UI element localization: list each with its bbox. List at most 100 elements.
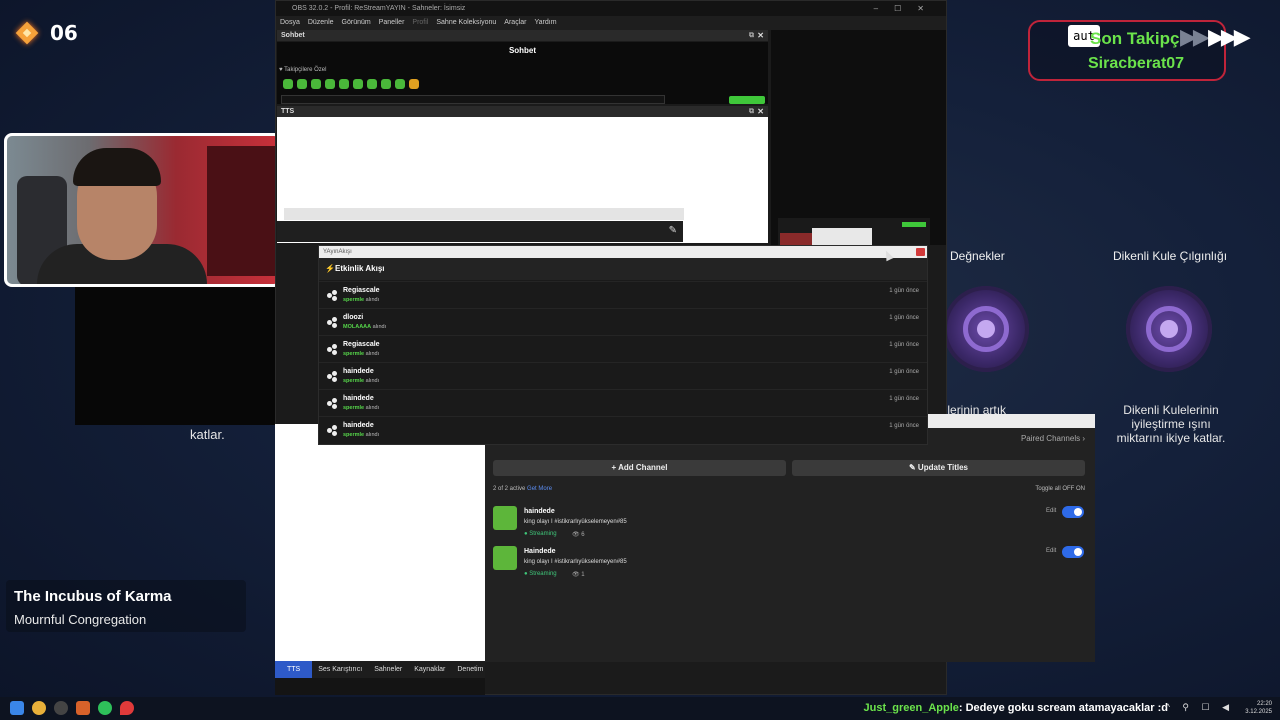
tab-sources[interactable]: Kaynaklar	[408, 661, 451, 678]
event-action: alındı	[365, 405, 380, 411]
event-user: dloozi	[343, 314, 364, 321]
add-channel-button[interactable]: + Add Channel	[493, 460, 786, 476]
update-titles-button[interactable]: ✎ Update Titles	[792, 460, 1085, 476]
tab-audio-mixer[interactable]: Ses Karıştırıcı	[312, 661, 368, 678]
tts-toolbar: ✎	[277, 221, 683, 242]
event-user: haindede	[343, 368, 374, 375]
paired-channels-link[interactable]: Paired Channels ›	[1021, 434, 1085, 443]
event-desc: spermle alındı	[343, 432, 379, 438]
obs-title-text: OBS 32.0.2 - Profil: ReStreamYAYIN - Sah…	[292, 5, 466, 12]
viewer-count: 👁 1	[572, 572, 585, 578]
menu-scene-collection[interactable]: Sahne Koleksiyonu	[436, 16, 496, 30]
event-item: spermle	[343, 405, 365, 411]
app-icon[interactable]	[76, 701, 90, 715]
channel-name: haindede	[524, 508, 555, 515]
chat-input[interactable]	[281, 95, 665, 104]
menu-docks[interactable]: Paneller	[379, 16, 405, 30]
feed-titlebar[interactable]: YAyınAkışı	[319, 246, 927, 258]
clock[interactable]: 22:20 3.12.2025	[1245, 700, 1272, 716]
avatar	[493, 506, 517, 530]
float-icon[interactable]: ⧉	[749, 106, 754, 117]
song-artist: Mournful Congregation	[14, 612, 147, 627]
edit-link[interactable]: Edit	[1046, 508, 1056, 514]
event-time: 1 gün önce	[889, 342, 919, 348]
emote-bar	[283, 79, 419, 89]
emote-icon[interactable]	[311, 79, 321, 89]
event-action: alındı	[372, 324, 387, 330]
obs-preview-area	[771, 30, 946, 245]
menu-help[interactable]: Yardım	[534, 16, 556, 30]
system-tray[interactable]: ^ ⚲ ☐ ◀	[1166, 702, 1234, 713]
obs-icon[interactable]	[54, 701, 68, 715]
chat-dock-label: Sohbet	[281, 32, 305, 39]
chat-send-button[interactable]	[729, 96, 765, 104]
viewer-count: 👁 6	[572, 532, 585, 538]
event-item: spermle	[343, 378, 365, 384]
card-fragment: katlar.	[190, 427, 225, 442]
status-badge: ● Streaming	[524, 531, 557, 537]
chrome-icon[interactable]	[32, 701, 46, 715]
active-count-text: 2 of 2 active	[493, 486, 526, 492]
chat-ticker: Just_green_Apple: Dedeye goku scream ata…	[864, 702, 1168, 714]
event-item: MOLAAAA	[343, 324, 372, 330]
spotify-icon[interactable]	[98, 701, 112, 715]
menu-view[interactable]: Görünüm	[342, 16, 371, 30]
event-user: Regiascale	[343, 287, 380, 294]
window-controls[interactable]: –☐✕	[874, 1, 940, 16]
start-icon[interactable]	[10, 701, 24, 715]
chat-dock-header[interactable]: Sohbet ⧉ ✕	[277, 30, 768, 41]
menu-profile[interactable]: Profil	[412, 16, 428, 30]
map-pin-icon[interactable]	[120, 701, 134, 715]
emote-icon[interactable]	[409, 79, 419, 89]
scene-preview[interactable]	[778, 218, 930, 246]
emote-icon[interactable]	[381, 79, 391, 89]
event-time: 1 gün önce	[889, 396, 919, 402]
tts-dock-header[interactable]: TTS ⧉ ✕	[277, 106, 768, 117]
event-icon	[327, 398, 337, 408]
float-icon[interactable]: ⧉	[749, 30, 754, 41]
now-playing: The Incubus of Karma Mournful Congregati…	[6, 580, 246, 632]
close-icon[interactable]: ✕	[757, 30, 764, 41]
menu-edit[interactable]: Düzenle	[308, 16, 334, 30]
event-icon	[327, 371, 337, 381]
channel-row: Haindede king olayı I #istikrarlıyüksele…	[493, 546, 1084, 582]
edit-link[interactable]: Edit	[1046, 548, 1056, 554]
emote-icon[interactable]	[395, 79, 405, 89]
event-desc: spermle alındı	[343, 351, 379, 357]
event-user: Regiascale	[343, 341, 380, 348]
channel-toggle[interactable]	[1062, 546, 1084, 558]
emote-icon[interactable]	[353, 79, 363, 89]
event-user: haindede	[343, 422, 374, 429]
status-badge: ● Streaming	[524, 571, 557, 577]
emote-icon[interactable]	[297, 79, 307, 89]
pencil-icon[interactable]: ✎	[669, 225, 677, 236]
tab-scenes[interactable]: Sahneler	[368, 661, 408, 678]
dock-tabs: TTS Ses Karıştırıcı Sahneler Kaynaklar D…	[275, 661, 485, 678]
menu-file[interactable]: Dosya	[280, 16, 300, 30]
tab-controls[interactable]: Denetim	[451, 661, 489, 678]
clock-date: 3.12.2025	[1245, 709, 1272, 715]
list-item: Regiascale spermle alındı 1 gün önce	[319, 281, 927, 307]
close-icon[interactable]: ✕	[757, 106, 764, 117]
emote-icon[interactable]	[325, 79, 335, 89]
get-more-link[interactable]: Get More	[527, 486, 552, 492]
emote-icon[interactable]	[367, 79, 377, 89]
obs-footer	[275, 678, 485, 695]
list-item: Regiascale spermle alındı 1 gün önce	[319, 335, 927, 361]
event-desc: spermle alındı	[343, 378, 379, 384]
webcam-feed	[4, 133, 282, 287]
toggle-all[interactable]: Toggle all OFF ON	[1035, 486, 1085, 492]
close-icon[interactable]	[916, 248, 925, 256]
channel-name: Haindede	[524, 548, 556, 555]
level-number: 06	[50, 21, 78, 45]
tab-tts[interactable]: TTS	[275, 661, 313, 678]
emote-icon[interactable]	[339, 79, 349, 89]
obs-titlebar[interactable]: OBS 32.0.2 - Profil: ReStreamYAYIN - Sah…	[276, 1, 946, 16]
channel-title: king olayı I #istikrarlıyükselemeyen#85	[524, 559, 627, 565]
menu-tools[interactable]: Araçlar	[504, 16, 526, 30]
channel-toggle[interactable]	[1062, 506, 1084, 518]
gem-icon	[14, 20, 40, 46]
emote-icon[interactable]	[283, 79, 293, 89]
wand-icon	[943, 286, 1029, 372]
tts-input-bar[interactable]	[284, 208, 684, 220]
